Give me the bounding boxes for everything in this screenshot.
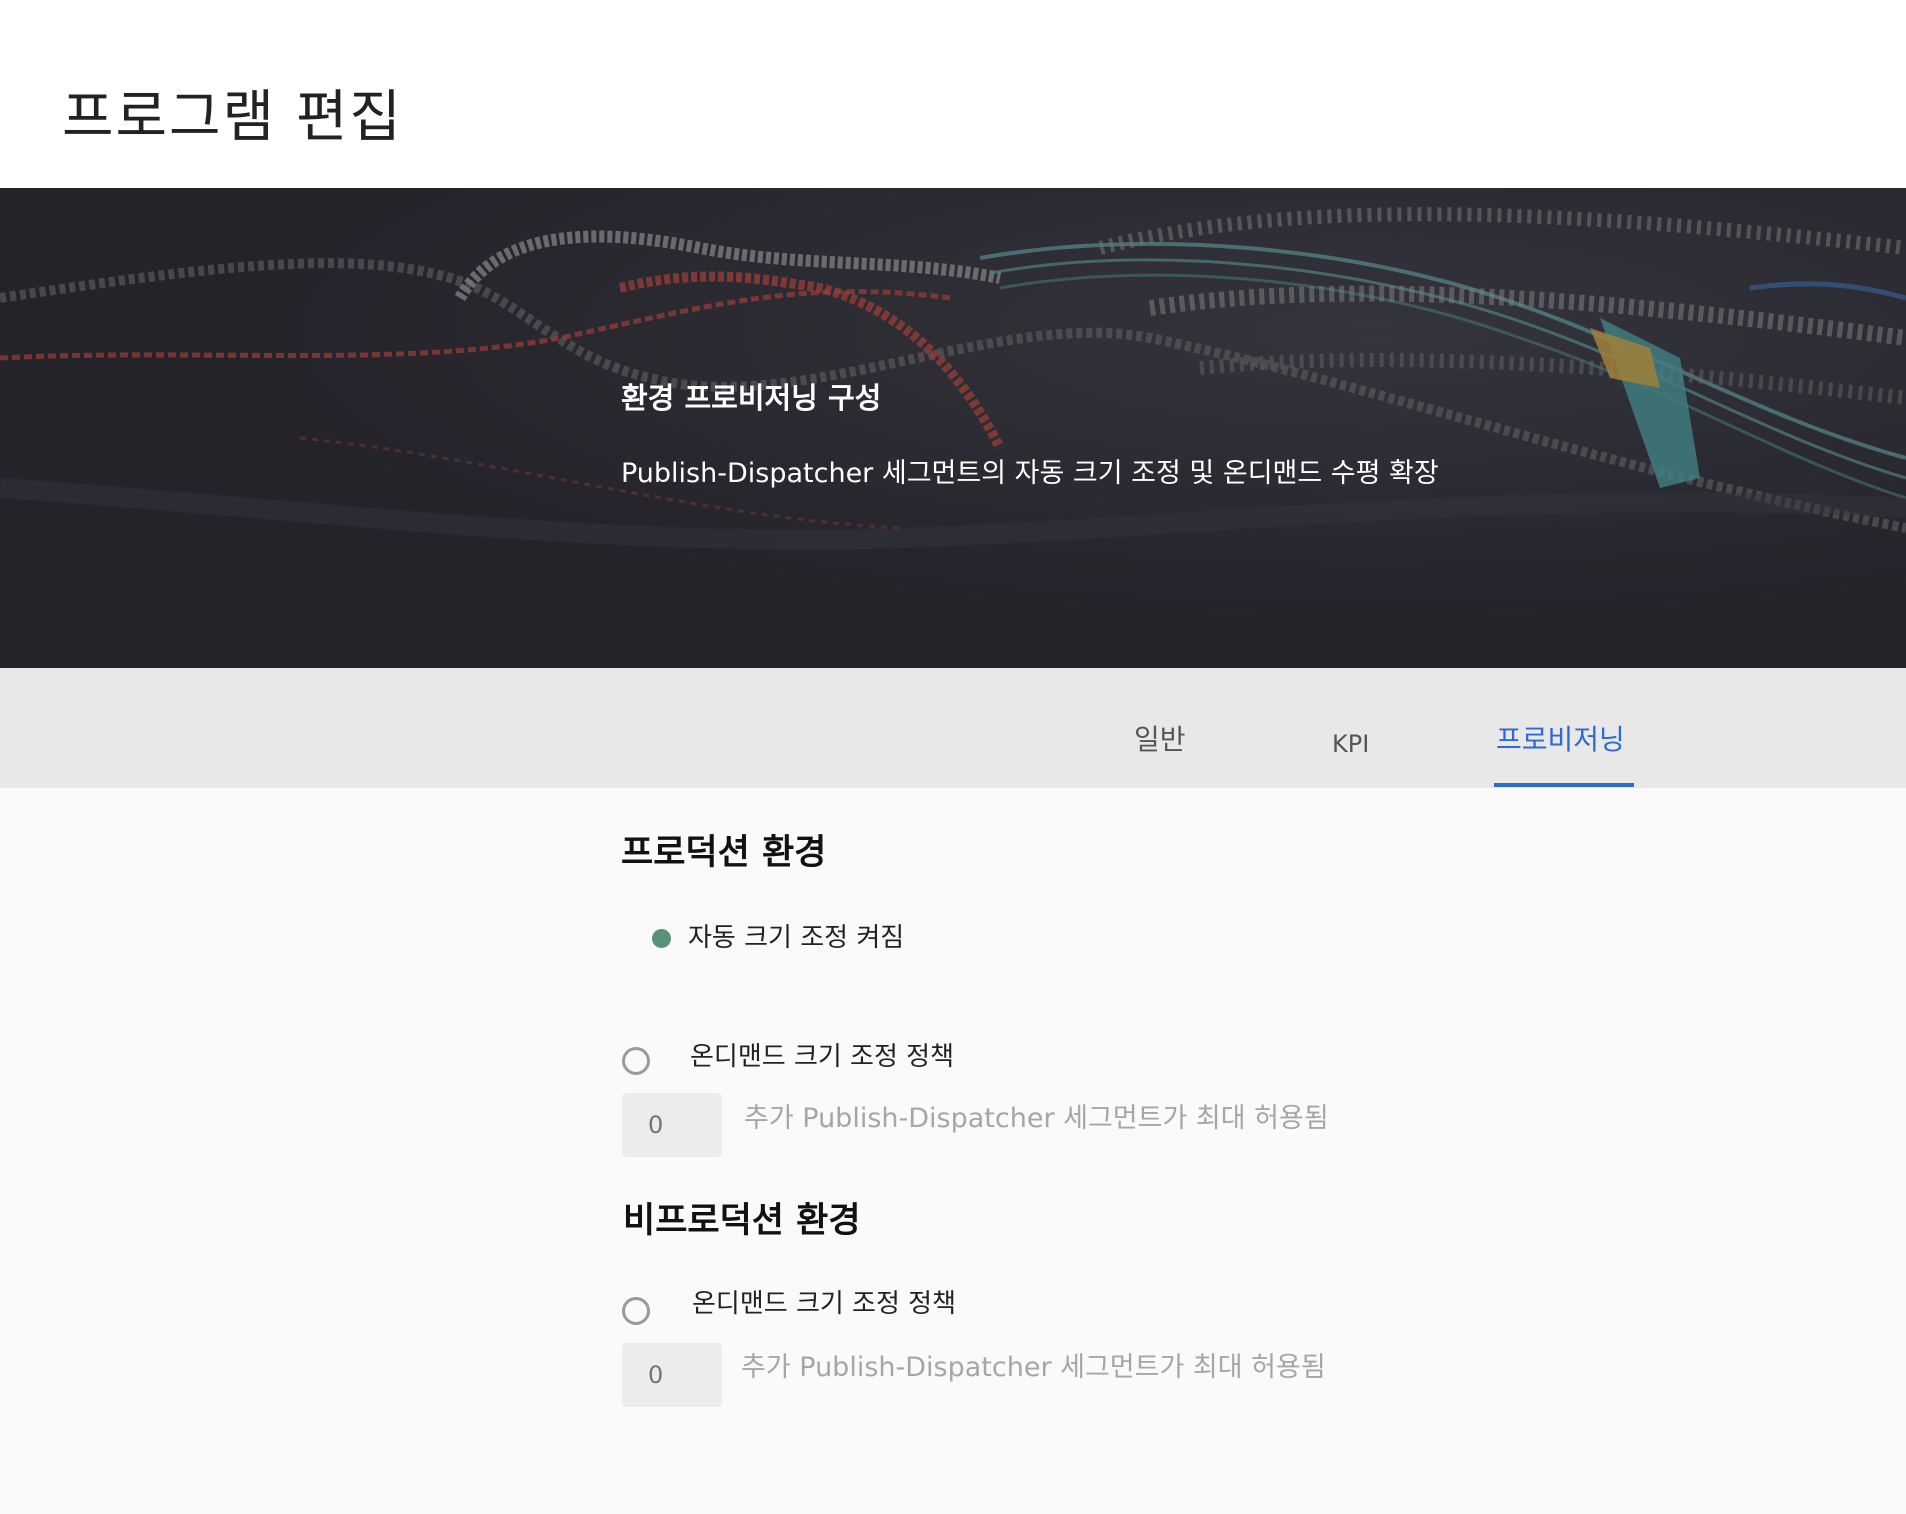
- non-production-max-segments-help: 추가 Publish-Dispatcher 세그먼트가 최대 허용됨: [741, 1352, 1326, 1383]
- status-dot-icon: [652, 929, 671, 948]
- non-production-on-demand-radio[interactable]: [622, 1297, 650, 1325]
- hero-title: 환경 프로비저닝 구성: [621, 381, 882, 415]
- active-tab-indicator: [1494, 783, 1634, 787]
- page-header: 프로그램 편집: [0, 0, 1906, 188]
- non-production-section-title: 비프로덕션 환경: [623, 1201, 861, 1241]
- page-title: 프로그램 편집: [62, 85, 403, 150]
- production-max-segments-help: 추가 Publish-Dispatcher 세그먼트가 최대 허용됨: [744, 1103, 1329, 1134]
- tab-kpi[interactable]: KPI: [1332, 724, 1369, 764]
- tab-bar: 일반 KPI 프로비저닝: [0, 668, 1906, 788]
- hero-background-image: [0, 188, 1906, 668]
- production-max-segments-input[interactable]: [622, 1093, 722, 1157]
- production-section-title: 프로덕션 환경: [621, 833, 827, 873]
- hero-banner: 환경 프로비저닝 구성 Publish-Dispatcher 세그먼트의 자동 …: [0, 188, 1906, 668]
- non-production-max-segments-input[interactable]: [622, 1343, 722, 1407]
- non-production-on-demand-label: 온디맨드 크기 조정 정책: [692, 1289, 956, 1319]
- hero-subtitle: Publish-Dispatcher 세그먼트의 자동 크기 조정 및 온디맨드…: [621, 458, 1439, 489]
- autoscale-status-label: 자동 크기 조정 켜짐: [688, 923, 905, 953]
- tab-provisioning[interactable]: 프로비저닝: [1496, 720, 1625, 760]
- tab-general[interactable]: 일반: [1134, 720, 1186, 760]
- production-on-demand-label: 온디맨드 크기 조정 정책: [690, 1042, 954, 1072]
- production-on-demand-radio[interactable]: [622, 1047, 650, 1075]
